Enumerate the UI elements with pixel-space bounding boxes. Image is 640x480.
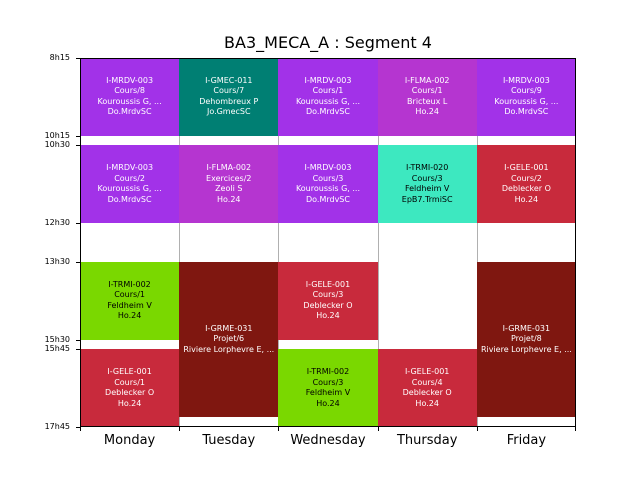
y-tick-label: 15h30 [44, 334, 70, 344]
x-tick-mark [278, 427, 280, 431]
x-tick-label: Wednesday [290, 433, 366, 448]
x-tick-label: Friday [506, 433, 547, 448]
x-tick-label: Monday [103, 433, 156, 448]
x-tick-mark [80, 427, 81, 431]
y-tick-label: 8h15 [49, 53, 70, 62]
y-tick-label: 10h15 [44, 130, 70, 140]
y-tick-label: 13h30 [44, 256, 70, 266]
x-tick-mark [476, 427, 478, 431]
y-tick-label: 17h45 [44, 422, 70, 431]
y-tick-label: 15h45 [44, 344, 70, 354]
y-tick-label: 10h30 [44, 140, 70, 150]
x-tick-label: Tuesday [202, 433, 256, 448]
x-tick-mark [377, 427, 379, 431]
chart-title: BA3_MECA_A : Segment 4 [224, 33, 432, 52]
x-tick-mark [575, 427, 576, 431]
plot-frame [80, 58, 576, 427]
y-tick-label: 12h30 [44, 218, 70, 228]
x-tick-mark [179, 427, 181, 431]
x-tick-label: Thursday [396, 433, 458, 448]
